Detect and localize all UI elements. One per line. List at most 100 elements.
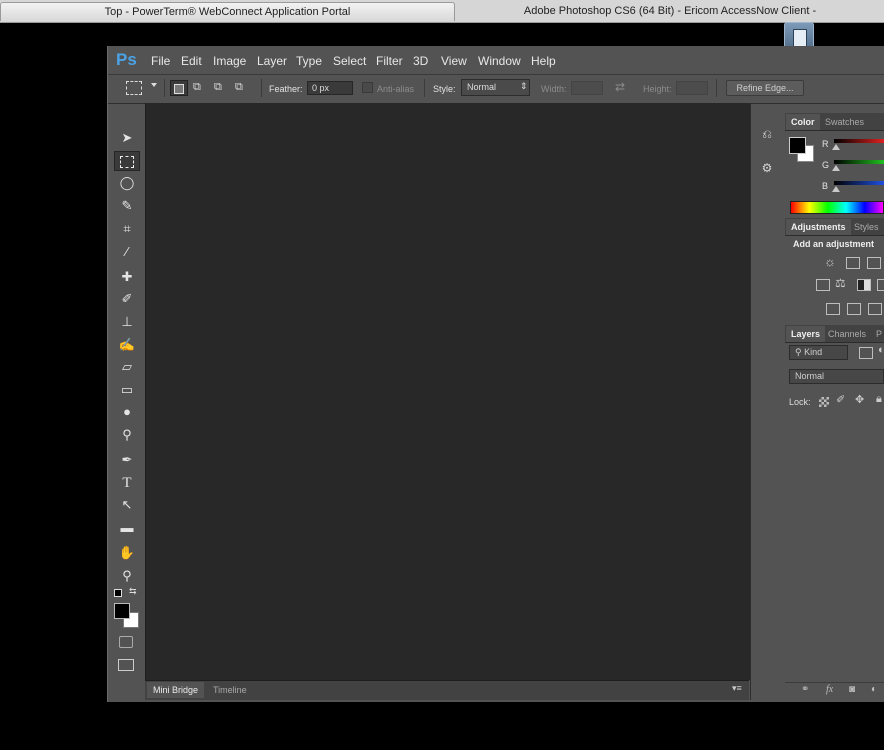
tab-adjustments[interactable]: Adjustments: [786, 219, 851, 235]
lock-pixels-icon[interactable]: ✐: [836, 393, 845, 406]
style-select[interactable]: Normal ⇕: [461, 79, 530, 96]
lock-position-icon[interactable]: ✥: [855, 393, 864, 406]
zoom-icon[interactable]: ⚲: [114, 566, 140, 586]
feather-input[interactable]: 0 px: [307, 81, 353, 95]
quick-mask-icon[interactable]: [119, 636, 133, 648]
move-tool-icon[interactable]: ➤: [114, 128, 140, 148]
threshold-icon[interactable]: [868, 303, 882, 315]
hue-saturation-icon[interactable]: [816, 279, 830, 291]
blur-icon[interactable]: ●: [114, 402, 140, 422]
clone-stamp-icon[interactable]: ⊥: [114, 312, 140, 332]
panel-menu-icon[interactable]: ▾≡: [732, 683, 742, 694]
tab-timeline[interactable]: Timeline: [207, 682, 253, 698]
invert-icon[interactable]: [826, 303, 840, 315]
antialias-checkbox[interactable]: [362, 82, 373, 93]
tab-paths[interactable]: P: [871, 326, 884, 342]
path-selection-icon[interactable]: ↖: [114, 495, 140, 515]
swap-arrows-icon[interactable]: ⇄: [615, 80, 625, 94]
lock-all-icon[interactable]: 🔒︎: [876, 393, 882, 406]
rectangle-icon[interactable]: ▬: [114, 518, 140, 538]
red-slider[interactable]: [834, 139, 884, 143]
history-panel-icon[interactable]: ⎌: [756, 124, 778, 144]
browser-tab-portal[interactable]: Top - PowerTerm® WebConnect Application …: [0, 2, 455, 21]
tab-channels[interactable]: Channels: [823, 326, 871, 342]
slider-handle-icon[interactable]: [832, 144, 840, 150]
adjustment-filter-icon[interactable]: ◐: [878, 344, 884, 356]
brightness-icon[interactable]: ☼: [824, 254, 836, 269]
layer-mask-icon[interactable]: ◙: [849, 684, 855, 695]
black-white-icon[interactable]: [857, 279, 871, 291]
tab-layers[interactable]: Layers: [786, 326, 826, 342]
width-input[interactable]: [571, 81, 603, 95]
marquee-preset-icon[interactable]: [126, 81, 142, 95]
lock-transparency-icon[interactable]: [819, 397, 829, 407]
green-slider[interactable]: [834, 160, 884, 164]
channel-r-label: R: [822, 139, 829, 149]
menu-image[interactable]: Image: [213, 54, 246, 68]
new-selection-icon[interactable]: [170, 80, 188, 96]
add-selection-icon[interactable]: ⧉: [193, 81, 207, 95]
menu-file[interactable]: File: [151, 54, 170, 68]
curves-icon[interactable]: [867, 257, 881, 269]
browser-tab-photoshop[interactable]: Adobe Photoshop CS6 (64 Bit) - Ericom Ac…: [456, 2, 884, 21]
adjustment-layer-icon[interactable]: ◐: [871, 684, 877, 695]
menu-edit[interactable]: Edit: [181, 54, 202, 68]
style-select-value: Normal: [467, 82, 497, 92]
menu-view[interactable]: View: [441, 54, 467, 68]
tab-mini-bridge[interactable]: Mini Bridge: [147, 682, 205, 698]
menu-layer[interactable]: Layer: [257, 54, 287, 68]
swap-colors-icon[interactable]: ⇆: [129, 586, 137, 597]
intersect-selection-icon[interactable]: ⧉: [235, 81, 249, 95]
foreground-color-swatch[interactable]: [114, 603, 130, 619]
divider: [716, 79, 717, 97]
gradient-icon[interactable]: ▭: [114, 380, 140, 400]
feather-label: Feather:: [269, 84, 303, 94]
color-foreground-swatch[interactable]: [789, 137, 806, 154]
menu-type[interactable]: Type: [296, 54, 322, 68]
eyedropper-icon[interactable]: ⁄: [114, 242, 140, 262]
link-layers-icon[interactable]: ⚭: [801, 684, 809, 695]
color-spectrum-ramp[interactable]: [790, 201, 884, 214]
spot-healing-icon[interactable]: ✚: [114, 267, 140, 287]
pen-icon[interactable]: ✒: [114, 450, 140, 470]
dodge-icon[interactable]: ⚲: [114, 425, 140, 445]
default-colors-icon[interactable]: [114, 589, 122, 597]
lasso-icon[interactable]: ◯: [114, 173, 140, 193]
tab-styles[interactable]: Styles: [849, 219, 884, 235]
slider-handle-icon[interactable]: [832, 165, 840, 171]
refine-edge-button[interactable]: Refine Edge...: [726, 80, 804, 96]
menu-help[interactable]: Help: [531, 54, 556, 68]
properties-panel-icon[interactable]: ⚙: [756, 158, 778, 178]
type-icon[interactable]: T: [114, 473, 140, 493]
menu-3d[interactable]: 3D: [413, 54, 428, 68]
slider-handle-icon[interactable]: [832, 186, 840, 192]
menu-select[interactable]: Select: [333, 54, 366, 68]
subtract-selection-icon[interactable]: ⧉: [214, 81, 228, 95]
photo-filter-icon[interactable]: [877, 279, 884, 291]
levels-icon[interactable]: [846, 257, 860, 269]
blue-slider[interactable]: [834, 181, 884, 185]
menu-filter[interactable]: Filter: [376, 54, 403, 68]
menu-window[interactable]: Window: [478, 54, 521, 68]
layer-style-icon[interactable]: fx: [826, 684, 833, 695]
photoshop-logo: Ps: [116, 50, 137, 69]
rectangular-marquee-icon[interactable]: [114, 151, 140, 171]
pixel-filter-icon[interactable]: [859, 347, 873, 359]
color-balance-icon[interactable]: ⚖: [835, 276, 846, 290]
crop-icon[interactable]: ⌗: [114, 219, 140, 239]
screen-mode-icon[interactable]: [118, 659, 134, 671]
posterize-icon[interactable]: [847, 303, 861, 315]
eraser-icon[interactable]: ▱: [114, 357, 140, 377]
quick-selection-icon[interactable]: ✎: [114, 196, 140, 216]
brush-icon[interactable]: ✐: [114, 289, 140, 309]
height-input[interactable]: [676, 81, 708, 95]
style-label: Style:: [433, 84, 456, 94]
layer-kind-filter[interactable]: ⚲ Kind: [789, 345, 848, 360]
chevron-down-icon[interactable]: [151, 83, 157, 87]
tab-color[interactable]: Color: [786, 114, 820, 130]
document-canvas-area[interactable]: [145, 103, 750, 680]
blend-mode-select[interactable]: Normal: [789, 369, 884, 384]
history-brush-icon[interactable]: ✍: [114, 335, 140, 355]
hand-icon[interactable]: ✋: [114, 543, 140, 563]
tab-swatches[interactable]: Swatches: [820, 114, 869, 130]
